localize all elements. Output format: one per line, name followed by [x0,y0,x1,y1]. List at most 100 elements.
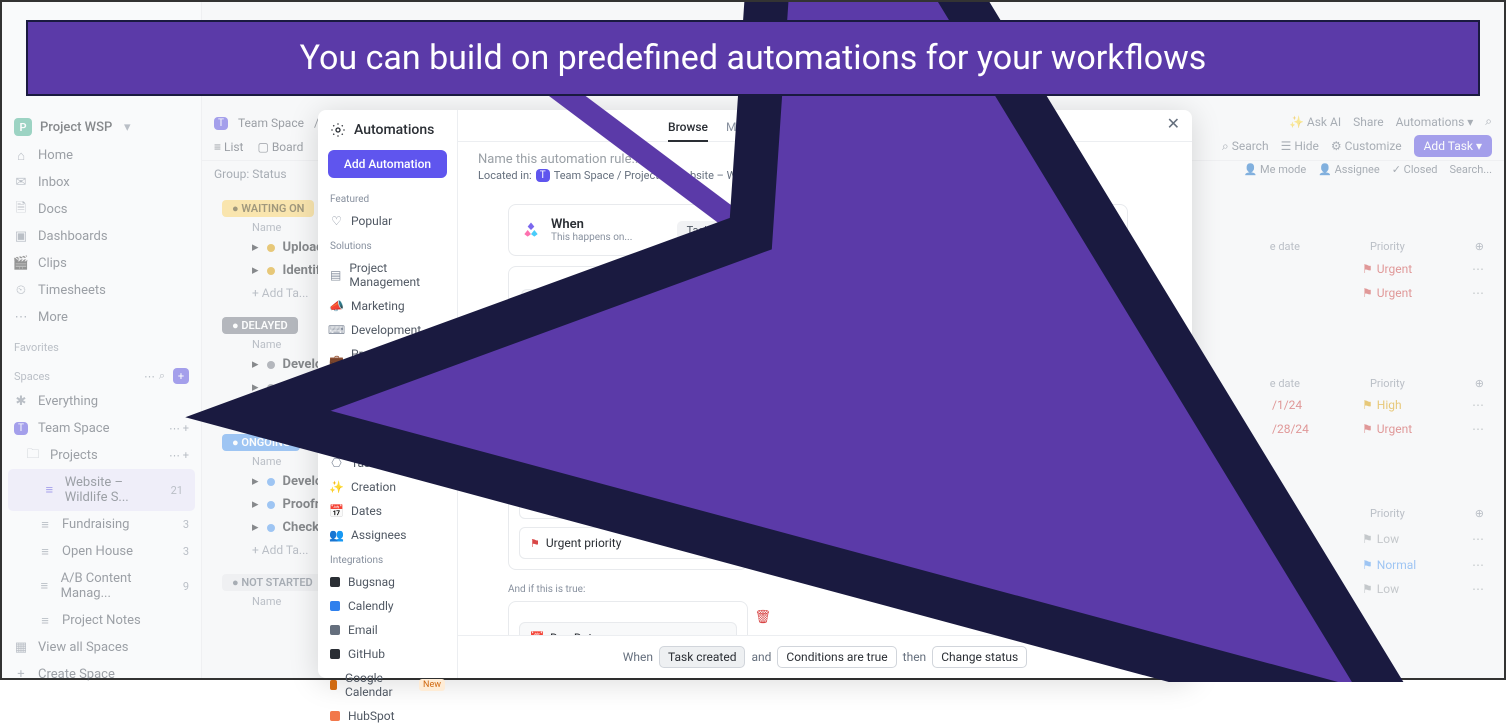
add-column-icon[interactable]: ⊕ [1475,240,1484,253]
solution-item[interactable]: ⌨Development [318,318,457,342]
data-row[interactable]: /28/24 ⚑ Urgent ⋯ [1272,422,1484,436]
dots-icon[interactable]: ⋯ [1472,582,1484,596]
status-select[interactable]: Select...⌄ [901,350,1115,382]
trash-icon[interactable]: 🗑 [754,610,771,625]
add-column-icon[interactable]: ⊕ [1475,507,1484,520]
summary-condition[interactable]: Conditions are true [777,646,896,668]
integration-item[interactable]: Bugsnag [318,570,457,594]
category-item[interactable]: 📅Dates [318,499,457,523]
category-item[interactable]: ⎔Task Types [318,451,457,475]
status-pill[interactable]: ● NOT STARTED [222,574,323,591]
data-row[interactable]: /28/24 ⚑ Low ⋯ [1272,582,1484,596]
dots-icon[interactable]: ⋯ [144,370,155,383]
tab-browse[interactable]: Browse [668,114,708,142]
list-item[interactable]: ≡Website – Wildlife S...21 [8,469,195,511]
integration-item[interactable]: Calendly [318,594,457,618]
dots-icon[interactable]: ⋯ [1472,286,1484,300]
tasks-scope-chip[interactable]: Tasks ▾ [677,221,735,240]
action-select[interactable]: Change status⌄ [901,289,1115,321]
cond1-field[interactable]: ⚑ Priority⌄ [519,447,737,479]
add-space-button[interactable]: + [173,368,189,384]
nav-home[interactable]: ⌂Home [2,142,201,169]
everything-item[interactable]: ✱Everything [2,388,201,415]
trigger-select[interactable]: 🗎 Task created⌄ [521,289,735,321]
add-task-button[interactable]: Add Task ▾ [1414,135,1492,157]
search-input[interactable]: Search... [1450,163,1493,176]
hide-button[interactable]: ☰ Hide [1281,139,1319,153]
cond1-value[interactable]: ⚑ Urgent priority [519,527,737,559]
solution-item[interactable]: 💼Professional Services [318,342,457,380]
cond1-op[interactable]: is equal to⌄ [519,487,737,519]
project-header[interactable]: P Project WSP ▾ [2,112,201,142]
nav-dashboards[interactable]: ▣Dashboards [2,223,201,250]
list-item[interactable]: ≡Open House3 [2,538,201,565]
category-item[interactable]: 👥Assignees [318,523,457,547]
customize-button[interactable]: ⚙ Customize [1331,139,1402,153]
list-item[interactable]: ≡Fundraising3 [2,511,201,538]
group-status[interactable]: Group: Status [214,167,287,181]
category-item[interactable]: ✨Creation [318,475,457,499]
dots-icon[interactable]: ⋯ [1472,262,1484,276]
dots-icon[interactable]: ⋯ [1472,422,1484,436]
status-pill[interactable]: ● WAITING ON [222,200,314,217]
search-button[interactable]: ⌕ Search [1222,139,1269,154]
tab-recurring[interactable]: Recurring [896,114,947,141]
dots-icon[interactable]: ⋯ [1472,398,1484,412]
summary-action[interactable]: Change status [932,646,1027,668]
automation-name-input[interactable]: Name this automation rule... [458,142,1192,169]
solution-item[interactable]: ▤Project Management [318,256,457,294]
integration-item[interactable]: HubSpot [318,704,457,728]
tab-manage[interactable]: Manage [726,114,769,141]
solution-item[interactable]: 📣Marketing [318,294,457,318]
status-pill[interactable]: ● DELAYED [222,317,298,334]
data-row[interactable]: /10/24 ⚑ Normal ⋯ [1272,558,1484,572]
add-action-button[interactable]: + [1162,400,1184,422]
favorites-section[interactable]: Favorites [2,331,201,358]
assignee-chip[interactable]: 👤 Assignee [1318,163,1380,176]
summary-trigger[interactable]: Task created [659,646,745,668]
category-item[interactable]: ↪Move [318,403,457,427]
projects-folder[interactable]: 🗀Projects⋯ + [2,442,201,469]
closed-chip[interactable]: ✓ Closed [1392,163,1438,176]
ask-ai-button[interactable]: ✨ Ask AI [1289,115,1341,129]
list-item[interactable]: ≡A/B Content Manag...9 [2,565,201,607]
add-column-icon[interactable]: ⊕ [1475,377,1484,390]
trash-icon[interactable]: 🗑 [754,435,771,450]
search-icon[interactable]: ⌕ [155,369,169,383]
nav-inbox[interactable]: ✉Inbox [2,169,201,196]
data-row[interactable]: ⚑ Urgent ⋯ [1272,262,1484,276]
search-icon[interactable]: ⌕ [1485,114,1492,129]
add-automation-button[interactable]: Add Automation [328,150,447,178]
nav-more[interactable]: ⋯More [2,304,201,331]
create-space[interactable]: +Create Space [2,661,201,688]
dots-icon[interactable]: ⋯ [1472,532,1484,546]
tab-list[interactable]: ≡ List [214,140,243,154]
data-row[interactable]: /1/24 ⚑ High ⋯ [1272,398,1484,412]
nav-timesheets[interactable]: ⏲Timesheets [2,277,201,304]
status-pill[interactable]: ● ONGOING [222,434,300,451]
close-icon[interactable]: ✕ [1167,114,1180,133]
list-item[interactable]: ≡Project Notes [2,607,201,634]
tab-activity[interactable]: Activity [839,114,878,141]
view-all-spaces[interactable]: ▦View all Spaces [2,634,201,661]
team-space-item[interactable]: TTeam Space⋯ + [2,415,201,442]
popular-item[interactable]: ♡Popular [318,209,457,233]
tab-board[interactable]: ▢ Board [257,140,303,154]
tab-usage[interactable]: Usage [787,114,821,141]
integration-item[interactable]: Google CalendarNew [318,666,457,704]
share-button[interactable]: Share [1353,115,1384,129]
cond2-field[interactable]: 📅 Due Date⌄ [519,622,737,635]
data-row[interactable]: 16/24 ⚑ Low ⋯ [1272,532,1484,546]
integration-item[interactable]: Email [318,618,457,642]
time-icon: ⏲ [14,284,28,298]
automations-button[interactable]: Automations ▾ [1396,115,1474,129]
list-icon: ≡ [38,518,52,532]
me-mode-chip[interactable]: 👤 Me mode [1244,163,1307,176]
data-row[interactable]: ⚑ Urgent ⋯ [1272,286,1484,300]
nav-docs[interactable]: 🗎Docs [2,196,201,223]
dots-icon[interactable]: ⋯ [1472,558,1484,572]
created-by-select[interactable]: 10 sources selected⌄ [521,350,735,382]
nav-clips[interactable]: 🎬Clips [2,250,201,277]
category-item[interactable]: ◐Statuses [318,427,457,451]
integration-item[interactable]: GitHub [318,642,457,666]
